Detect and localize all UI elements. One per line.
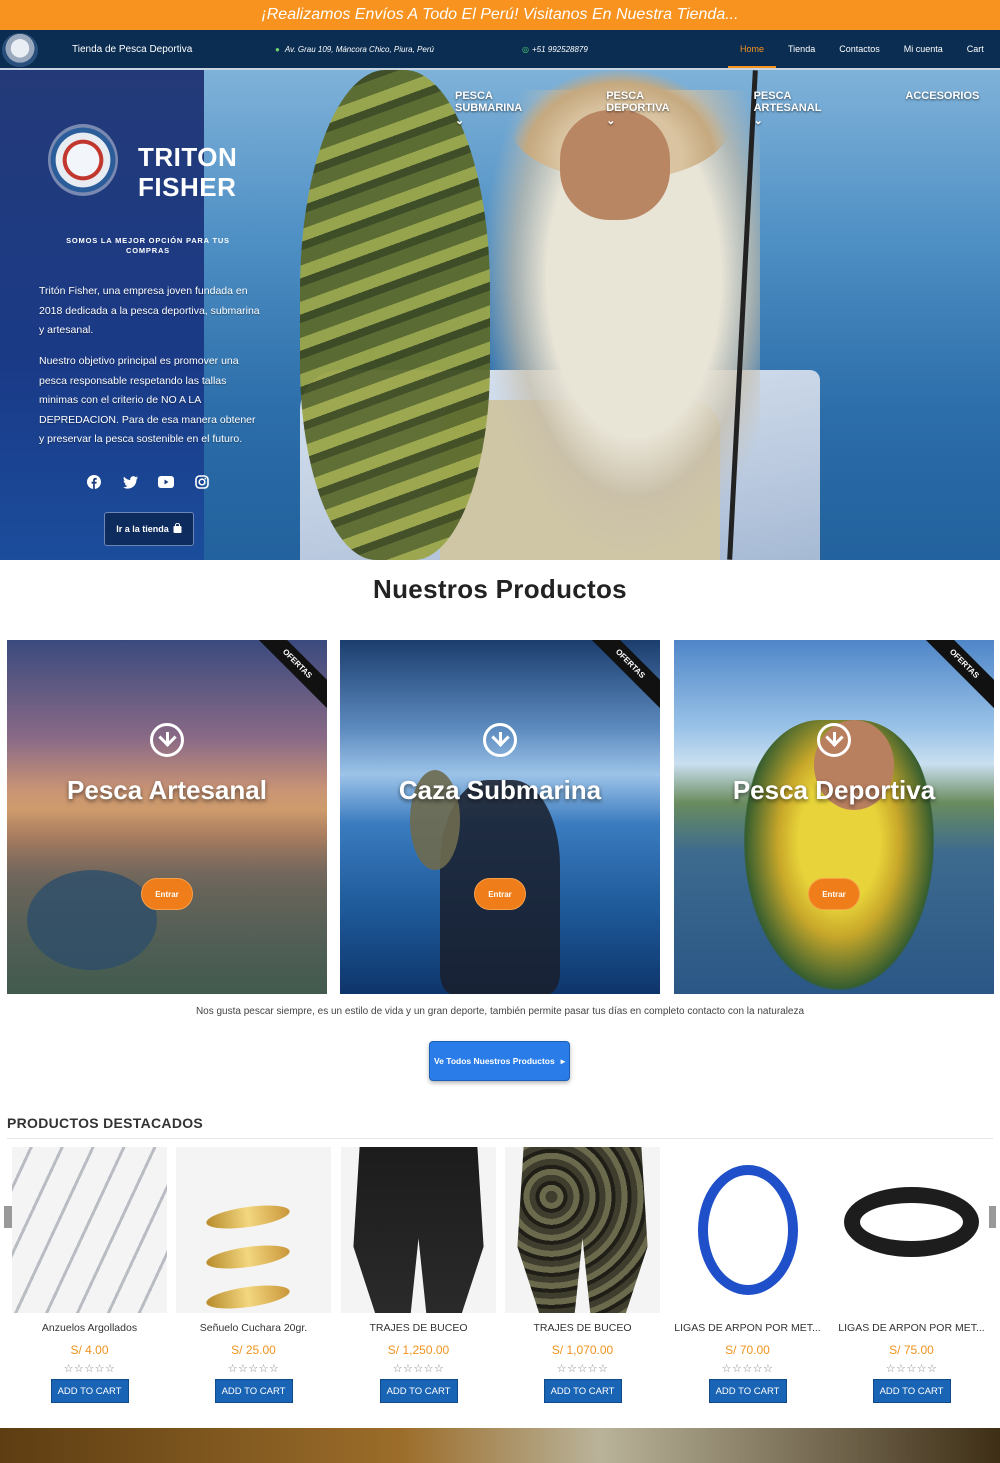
- view-all-products-button[interactable]: Ve Todos Nuestros Productos ▸: [429, 1041, 570, 1081]
- category-title: Caza Submarina: [398, 775, 602, 805]
- product-name[interactable]: Anzuelos Argollados: [12, 1322, 167, 1336]
- product-card[interactable]: TRAJES DE BUCEO S/ 1,250.00 ☆☆☆☆☆ ADD TO…: [341, 1147, 496, 1403]
- product-image-black-band[interactable]: [834, 1147, 989, 1313]
- brand-logo: [48, 124, 118, 196]
- twitter-icon[interactable]: [122, 474, 138, 490]
- hero-paragraph-1: Tritón Fisher, una empresa joven fundada…: [39, 285, 260, 337]
- shopping-bag-icon: [173, 522, 182, 535]
- product-price: S/ 70.00: [725, 1343, 770, 1357]
- menu-accesorios[interactable]: ACCESORIOS: [905, 90, 979, 127]
- product-image-lures[interactable]: [176, 1147, 331, 1313]
- hero-fish: [300, 70, 490, 560]
- featured-products-title: PRODUCTOS DESTACADOS: [7, 1115, 204, 1131]
- section-divider: [7, 1138, 993, 1139]
- hero-banner: PESCA SUBMARINA ⌄ PESCA DEPORTIVA ⌄ PESC…: [0, 70, 1000, 560]
- products-section-title: Nuestros Productos: [373, 574, 627, 604]
- enter-button[interactable]: Entrar: [474, 878, 526, 910]
- youtube-icon[interactable]: [158, 474, 174, 490]
- menu-pesca-deportiva[interactable]: PESCA DEPORTIVA ⌄: [606, 90, 711, 127]
- add-to-cart-button[interactable]: ADD TO CART: [50, 1379, 129, 1403]
- product-card[interactable]: TRAJES DE BUCEO S/ 1,070.00 ☆☆☆☆☆ ADD TO…: [505, 1147, 660, 1403]
- add-to-cart-button[interactable]: ADD TO CART: [214, 1379, 293, 1403]
- category-card-pesca-artesanal[interactable]: OFERTAS Pesca Artesanal Entrar: [7, 640, 327, 994]
- product-price: S/ 25.00: [231, 1343, 276, 1357]
- menu-mi-cuenta[interactable]: Mi cuenta: [892, 30, 955, 68]
- menu-cart[interactable]: Cart: [955, 30, 996, 68]
- hero-paragraph-2: Nuestro objetivo principal es promover u…: [39, 355, 256, 446]
- category-card-caza-submarina[interactable]: OFERTAS Caza Submarina Entrar: [340, 640, 660, 994]
- site-logo[interactable]: [2, 33, 38, 67]
- announcement-text: ¡Realizamos Envíos A Todo El Perú! Visit…: [261, 6, 739, 23]
- product-name[interactable]: TRAJES DE BUCEO: [505, 1322, 660, 1336]
- product-card[interactable]: LIGAS DE ARPON POR MET... S/ 70.00 ☆☆☆☆☆…: [670, 1147, 825, 1403]
- rating-stars: ☆☆☆☆☆: [721, 1363, 774, 1375]
- category-card-pesca-deportiva[interactable]: OFERTAS Pesca Deportiva Entrar: [674, 640, 994, 994]
- top-navbar: Tienda de Pesca Deportiva ● Av. Grau 109,…: [0, 30, 1000, 70]
- product-price: S/ 4.00: [70, 1343, 109, 1357]
- store-name: Tienda de Pesca Deportiva: [72, 44, 193, 55]
- add-to-cart-button[interactable]: ADD TO CART: [708, 1379, 787, 1403]
- menu-contactos[interactable]: Contactos: [827, 30, 892, 68]
- whatsapp-icon: ◎: [522, 45, 529, 54]
- product-image-camo-wetsuit[interactable]: [505, 1147, 660, 1313]
- ofertas-ribbon: OFERTAS: [247, 640, 327, 714]
- product-image-wetsuit[interactable]: [341, 1147, 496, 1313]
- category-title: Pesca Artesanal: [67, 775, 267, 805]
- add-to-cart-button[interactable]: ADD TO CART: [379, 1379, 458, 1403]
- products-tagline: Nos gusta pescar siempre, es un estilo d…: [195, 1006, 805, 1017]
- arrow-down-circle-icon: [817, 723, 851, 757]
- arrow-down-circle-icon: [150, 723, 184, 757]
- category-title: Pesca Deportiva: [732, 775, 936, 805]
- address-text: Av. Grau 109, Máncora Chico, Piura, Perú: [284, 45, 434, 54]
- add-to-cart-button[interactable]: ADD TO CART: [543, 1379, 622, 1403]
- footer-banner-image: [0, 1428, 1000, 1463]
- go-to-store-button[interactable]: Ir a la tienda: [104, 512, 194, 546]
- rating-stars: ☆☆☆☆☆: [392, 1363, 445, 1375]
- instagram-icon[interactable]: [194, 474, 210, 490]
- social-links: [86, 474, 210, 490]
- product-card[interactable]: Anzuelos Argollados S/ 4.00 ☆☆☆☆☆ ADD TO…: [12, 1147, 167, 1403]
- product-price: S/ 1,070.00: [551, 1343, 614, 1357]
- product-image-blue-band[interactable]: [670, 1147, 825, 1313]
- rating-stars: ☆☆☆☆☆: [556, 1363, 609, 1375]
- product-image-hooks[interactable]: [12, 1147, 167, 1313]
- product-card[interactable]: LIGAS DE ARPON POR MET... S/ 75.00 ☆☆☆☆☆…: [834, 1147, 989, 1403]
- product-price: S/ 75.00: [889, 1343, 934, 1357]
- store-phone[interactable]: ◎ +51 992528879: [522, 45, 588, 54]
- ofertas-ribbon: OFERTAS: [580, 640, 660, 714]
- product-name[interactable]: Señuelo Cuchara 20gr.: [176, 1322, 331, 1336]
- enter-button[interactable]: Entrar: [808, 878, 860, 910]
- caret-right-icon: ▸: [560, 1055, 566, 1066]
- facebook-icon[interactable]: [86, 474, 102, 490]
- product-price: S/ 1,250.00: [387, 1343, 450, 1357]
- enter-button[interactable]: Entrar: [141, 878, 193, 910]
- product-name[interactable]: TRAJES DE BUCEO: [341, 1322, 496, 1336]
- menu-home[interactable]: Home: [728, 30, 777, 68]
- location-pin-icon: ●: [275, 45, 280, 54]
- product-name[interactable]: LIGAS DE ARPON POR MET...: [670, 1322, 825, 1336]
- rating-stars: ☆☆☆☆☆: [885, 1363, 938, 1375]
- hero-tagline: SOMOS LA MEJOR OPCIÓN PARA TUS COMPRAS: [66, 236, 230, 255]
- product-name[interactable]: LIGAS DE ARPON POR MET...: [834, 1322, 989, 1336]
- rating-stars: ☆☆☆☆☆: [63, 1363, 116, 1375]
- menu-tienda[interactable]: Tienda: [776, 30, 827, 68]
- rating-stars: ☆☆☆☆☆: [227, 1363, 280, 1375]
- category-menu: PESCA SUBMARINA ⌄ PESCA DEPORTIVA ⌄ PESC…: [455, 90, 1000, 127]
- menu-pesca-artesanal[interactable]: PESCA ARTESANAL ⌄: [754, 90, 864, 127]
- menu-pesca-submarina[interactable]: PESCA SUBMARINA ⌄: [455, 90, 564, 127]
- product-card[interactable]: Señuelo Cuchara 20gr. S/ 25.00 ☆☆☆☆☆ ADD…: [176, 1147, 331, 1403]
- main-menu: Home Tienda Contactos Mi cuenta Cart: [728, 30, 996, 68]
- phone-text: +51 992528879: [531, 45, 588, 54]
- arrow-down-circle-icon: [483, 723, 517, 757]
- brand-name: TRITON FISHER: [138, 142, 238, 202]
- add-to-cart-button[interactable]: ADD TO CART: [872, 1379, 951, 1403]
- ofertas-ribbon: OFERTAS: [914, 640, 994, 714]
- announcement-bar: ¡Realizamos Envíos A Todo El Perú! Visit…: [0, 0, 1000, 30]
- store-address: ● Av. Grau 109, Máncora Chico, Piura, Per…: [275, 45, 434, 54]
